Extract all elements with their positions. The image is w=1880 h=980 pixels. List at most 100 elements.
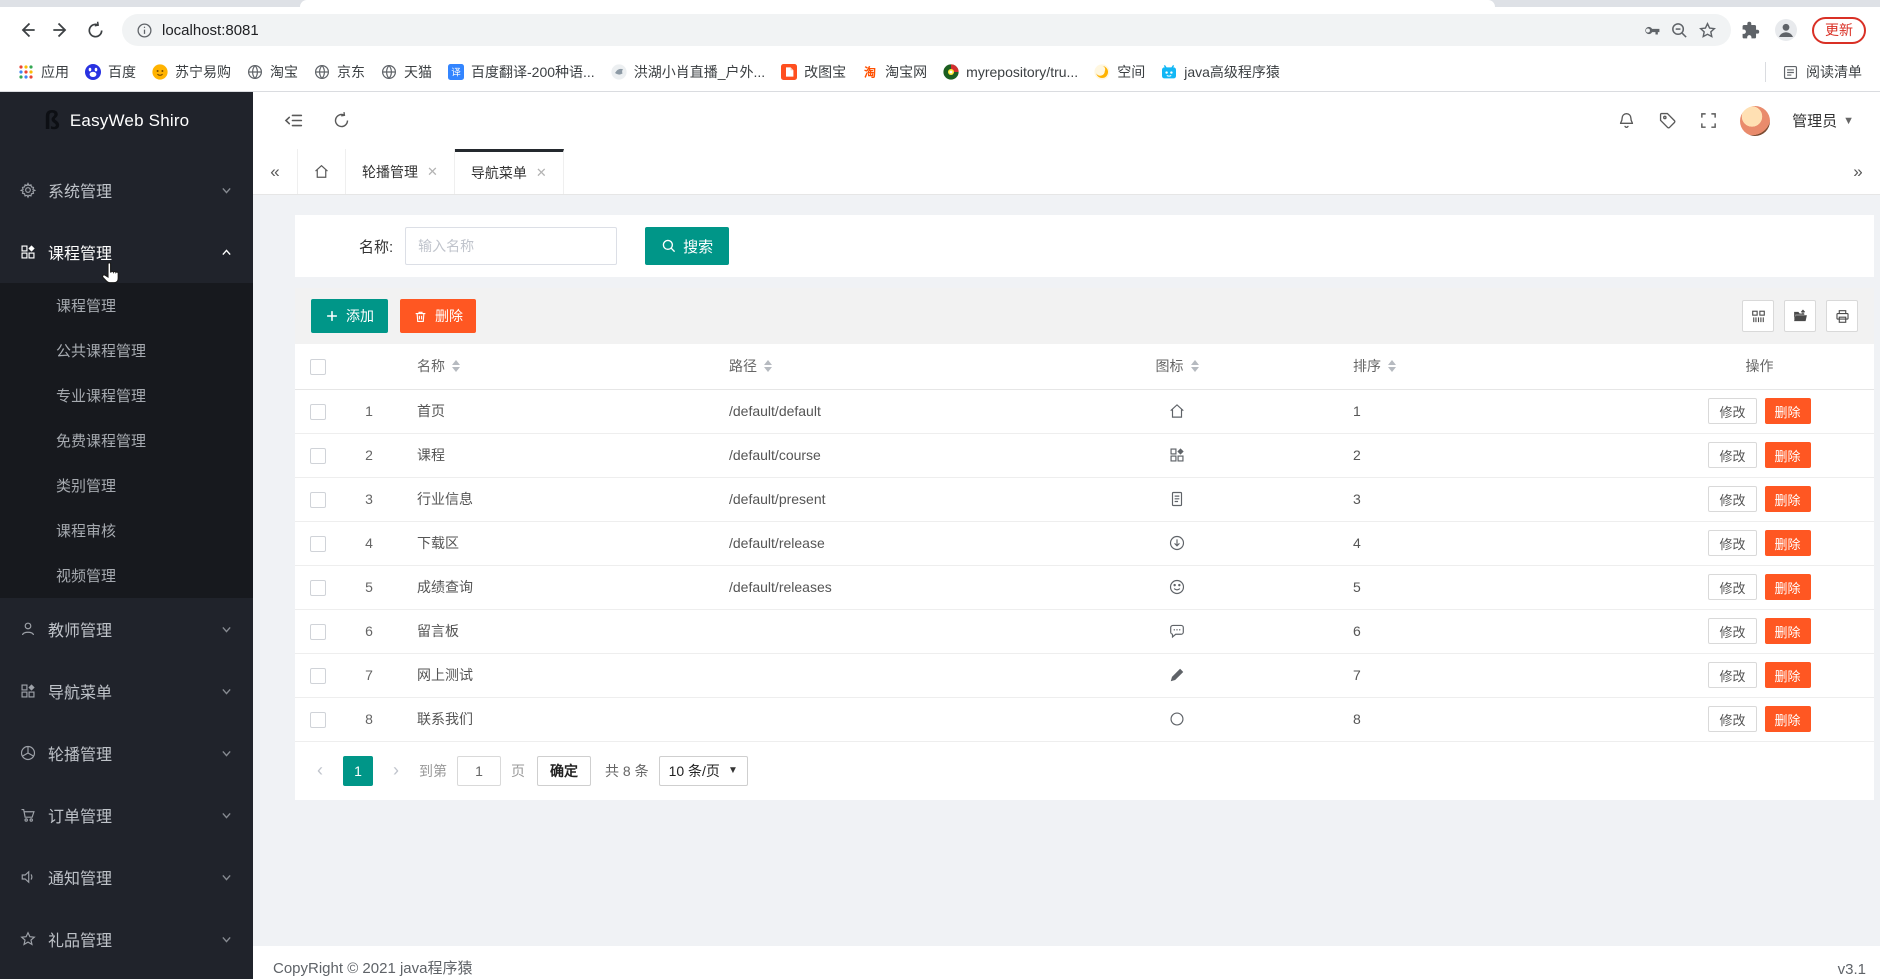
tab-close-icon[interactable]: ✕ <box>427 164 438 180</box>
search-input[interactable] <box>405 227 617 265</box>
row-delete-button[interactable]: 删除 <box>1765 706 1811 732</box>
reload-icon[interactable] <box>78 13 112 47</box>
row-delete-button[interactable]: 删除 <box>1765 442 1811 468</box>
browser-active-tab[interactable] <box>300 0 1495 7</box>
row-edit-button[interactable]: 修改 <box>1708 618 1756 644</box>
next-page-icon[interactable]: › <box>383 757 409 785</box>
sidebar-subitem-1-4[interactable]: 类别管理 <box>0 463 253 508</box>
sidebar-subitem-1-3[interactable]: 免费课程管理 <box>0 418 253 463</box>
bookmark-item-4[interactable]: 京东 <box>306 58 373 86</box>
bookmark-item-2[interactable]: 苏宁易购 <box>144 58 239 86</box>
sidebar-subitem-1-6[interactable]: 视频管理 <box>0 553 253 598</box>
tab-0[interactable]: 轮播管理✕ <box>346 149 455 194</box>
path-column-header[interactable]: 路径 <box>709 344 1021 389</box>
row-edit-button[interactable]: 修改 <box>1708 574 1756 600</box>
sidebar-item-0[interactable]: 系统管理 <box>0 159 253 221</box>
menu-fold-icon[interactable] <box>283 110 304 131</box>
zoom-out-icon[interactable] <box>1670 21 1689 40</box>
tab-1[interactable]: 导航菜单✕ <box>455 149 564 194</box>
site-info-icon[interactable] <box>136 22 153 39</box>
tab-home[interactable] <box>297 149 346 194</box>
sort-icons[interactable] <box>1388 360 1396 372</box>
icon-column-header[interactable]: 图标 <box>1021 344 1333 389</box>
add-button[interactable]: 添加 <box>311 299 388 333</box>
password-key-icon[interactable] <box>1642 21 1661 40</box>
sidebar-item-5[interactable]: 订单管理 <box>0 784 253 846</box>
sidebar-item-6[interactable]: 通知管理 <box>0 846 253 908</box>
back-icon[interactable] <box>10 13 44 47</box>
goto-page-input[interactable] <box>457 756 501 786</box>
user-avatar[interactable] <box>1740 106 1770 136</box>
order-column-header[interactable]: 排序 <box>1333 344 1645 389</box>
sidebar-subitem-1-2[interactable]: 专业课程管理 <box>0 373 253 418</box>
row-checkbox[interactable] <box>310 712 326 728</box>
tag-icon[interactable] <box>1658 111 1677 130</box>
row-checkbox[interactable] <box>310 536 326 552</box>
bookmark-item-7[interactable]: 洪湖小肖直播_户外... <box>603 58 773 86</box>
reading-list-button[interactable]: 阅读清单 <box>1774 58 1870 86</box>
user-menu[interactable]: 管理员 ▼ <box>1792 110 1854 131</box>
row-checkbox[interactable] <box>310 668 326 684</box>
sidebar-item-4[interactable]: 轮播管理 <box>0 722 253 784</box>
row-delete-button[interactable]: 删除 <box>1765 486 1811 512</box>
bookmark-item-1[interactable]: 百度 <box>77 58 144 86</box>
row-delete-button[interactable]: 删除 <box>1765 398 1811 424</box>
current-page[interactable]: 1 <box>343 756 373 786</box>
export-button[interactable] <box>1784 300 1816 332</box>
sidebar-item-7[interactable]: 礼品管理 <box>0 908 253 970</box>
bookmark-item-3[interactable]: 淘宝 <box>239 58 306 86</box>
row-edit-button[interactable]: 修改 <box>1708 398 1756 424</box>
fullscreen-icon[interactable] <box>1699 111 1718 130</box>
sidebar-subitem-1-5[interactable]: 课程审核 <box>0 508 253 553</box>
notification-bell-icon[interactable] <box>1617 111 1636 130</box>
sidebar-item-1[interactable]: 课程管理 <box>0 221 253 283</box>
sort-icons[interactable] <box>1191 360 1199 372</box>
sidebar-item-2[interactable]: 教师管理 <box>0 598 253 660</box>
bookmark-item-11[interactable]: 空间 <box>1086 58 1153 86</box>
browser-profile-icon[interactable] <box>1774 18 1798 42</box>
row-edit-button[interactable]: 修改 <box>1708 530 1756 556</box>
bookmark-star-icon[interactable] <box>1698 21 1717 40</box>
page-refresh-icon[interactable] <box>332 111 351 130</box>
search-button[interactable]: 搜索 <box>645 227 729 265</box>
bookmark-item-5[interactable]: 天猫 <box>373 58 440 86</box>
sidebar-item-3[interactable]: 导航菜单 <box>0 660 253 722</box>
row-edit-button[interactable]: 修改 <box>1708 442 1756 468</box>
url-text[interactable]: localhost:8081 <box>162 22 259 39</box>
row-edit-button[interactable]: 修改 <box>1708 662 1756 688</box>
bookmark-item-8[interactable]: 改图宝 <box>773 58 854 86</box>
row-checkbox[interactable] <box>310 624 326 640</box>
bookmark-item-12[interactable]: java高级程序猿 <box>1153 58 1288 86</box>
row-delete-button[interactable]: 删除 <box>1765 530 1811 556</box>
sort-icons[interactable] <box>452 360 460 372</box>
tab-close-icon[interactable]: ✕ <box>536 165 547 181</box>
name-column-header[interactable]: 名称 <box>397 344 709 389</box>
row-delete-button[interactable]: 删除 <box>1765 662 1811 688</box>
app-logo[interactable]: ß EasyWeb Shiro <box>0 92 253 149</box>
row-edit-button[interactable]: 修改 <box>1708 706 1756 732</box>
columns-filter-button[interactable] <box>1742 300 1774 332</box>
forward-icon[interactable] <box>44 13 78 47</box>
bookmark-item-6[interactable]: 译百度翻译-200种语... <box>440 58 603 86</box>
row-edit-button[interactable]: 修改 <box>1708 486 1756 512</box>
url-bar[interactable]: localhost:8081 <box>122 14 1731 46</box>
extensions-puzzle-icon[interactable] <box>1741 21 1760 40</box>
chrome-update-button[interactable]: 更新 <box>1812 17 1866 44</box>
sidebar-subitem-1-0[interactable]: 课程管理 <box>0 283 253 328</box>
row-checkbox[interactable] <box>310 492 326 508</box>
row-delete-button[interactable]: 删除 <box>1765 618 1811 644</box>
row-delete-button[interactable]: 删除 <box>1765 574 1811 600</box>
row-checkbox[interactable] <box>310 580 326 596</box>
bookmark-item-9[interactable]: 淘淘宝网 <box>854 58 935 86</box>
select-all-checkbox[interactable] <box>310 359 326 375</box>
row-checkbox[interactable] <box>310 448 326 464</box>
delete-button[interactable]: 删除 <box>400 299 476 333</box>
bookmark-item-10[interactable]: myrepository/tru... <box>935 60 1086 84</box>
bookmark-item-0[interactable]: 应用 <box>10 58 77 86</box>
row-checkbox[interactable] <box>310 404 326 420</box>
page-size-select[interactable]: 10 条/页 ▼ <box>659 756 748 786</box>
goto-confirm-button[interactable]: 确定 <box>537 756 591 786</box>
sort-icons[interactable] <box>764 360 772 372</box>
tabs-scroll-right-icon[interactable]: » <box>1836 149 1880 194</box>
tabs-scroll-left-icon[interactable]: « <box>253 149 297 194</box>
